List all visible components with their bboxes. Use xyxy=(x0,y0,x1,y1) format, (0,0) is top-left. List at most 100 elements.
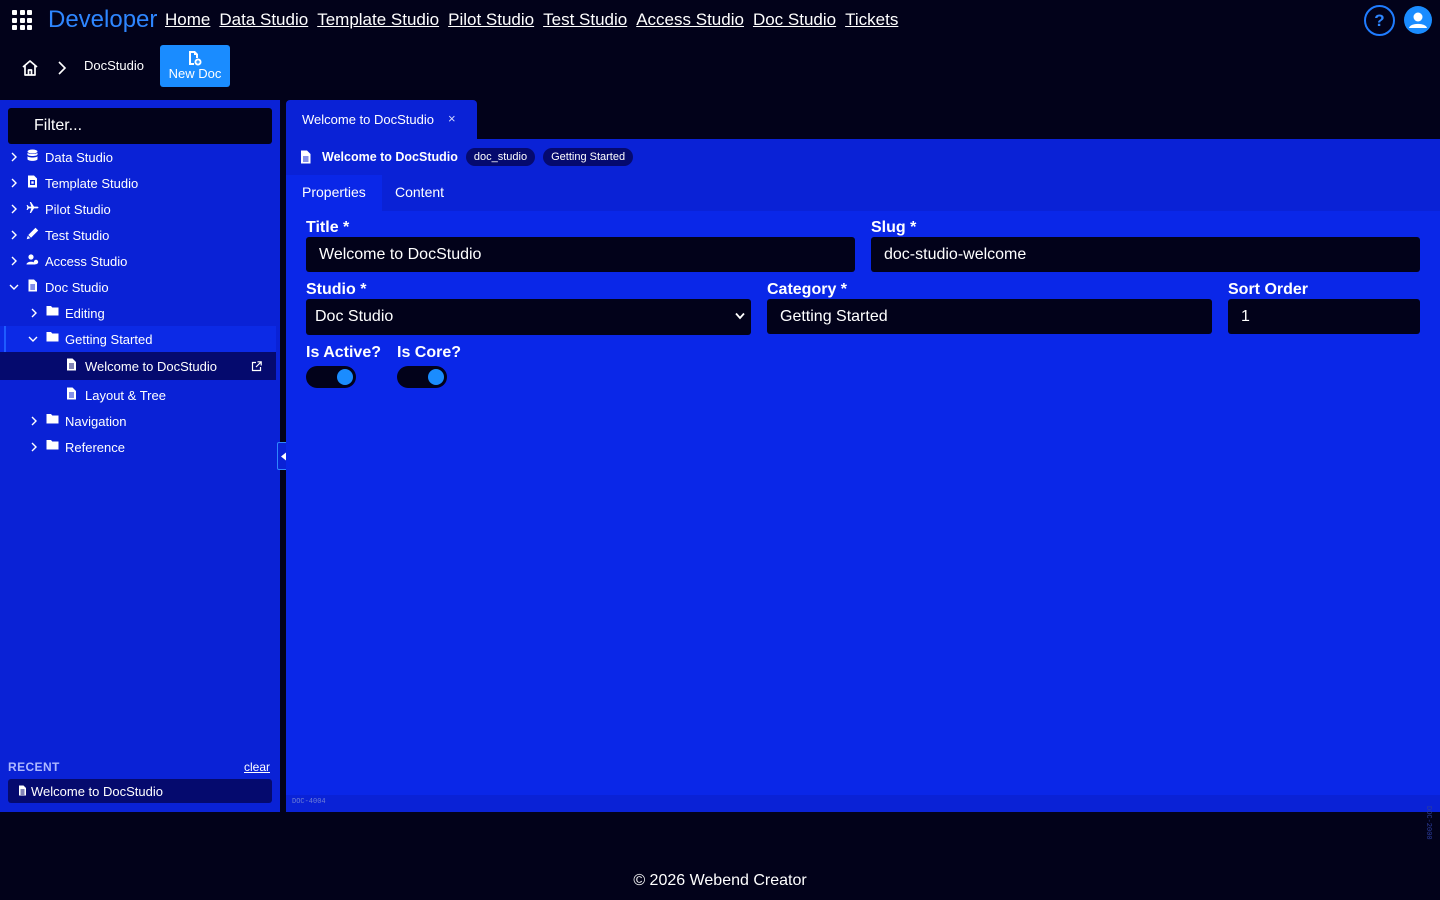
tree-item-label: Layout & Tree xyxy=(85,388,166,403)
tree-item-label: Pilot Studio xyxy=(45,202,111,217)
folder-icon xyxy=(46,306,59,316)
document-icon xyxy=(67,387,76,400)
doc-title: Welcome to DocStudio xyxy=(322,150,458,164)
chevron-right-icon[interactable] xyxy=(10,178,18,188)
tree-item-test-studio[interactable]: Test Studio xyxy=(0,222,276,248)
tree-item-label: Template Studio xyxy=(45,176,139,191)
tree-item-doc-studio[interactable]: Doc Studio xyxy=(0,274,276,300)
tree-item-welcome-to-docstudio[interactable]: Welcome to DocStudio xyxy=(0,352,276,380)
external-link-icon[interactable] xyxy=(251,361,262,372)
footer-copyright: © 2026 Webend Creator xyxy=(633,872,807,889)
is-core-label: Is Core? xyxy=(397,344,462,361)
tree-item-pilot-studio[interactable]: Pilot Studio xyxy=(0,196,276,222)
folder-icon xyxy=(46,414,59,424)
help-button[interactable]: ? xyxy=(1364,5,1395,36)
nav-link-doc-studio[interactable]: Doc Studio xyxy=(753,10,836,30)
database-icon xyxy=(27,149,38,161)
recent-clear-link[interactable]: clear xyxy=(244,760,270,774)
pen-icon xyxy=(26,227,39,240)
nav-link-test-studio[interactable]: Test Studio xyxy=(543,10,627,30)
sort-order-label: Sort Order xyxy=(1228,281,1309,298)
studio-badge: doc_studio xyxy=(465,148,536,166)
tree-item-access-studio[interactable]: Access Studio xyxy=(0,248,276,274)
sidebar: Filter... Data Studio Template Studio Pi… xyxy=(0,100,280,812)
document-icon xyxy=(19,785,26,796)
chevron-right-icon[interactable] xyxy=(30,416,38,426)
tab-properties[interactable]: Properties xyxy=(286,175,382,211)
chevron-down-icon[interactable] xyxy=(28,335,38,343)
tree-item-label: Access Studio xyxy=(45,254,128,269)
tree-item-reference[interactable]: Reference xyxy=(0,434,276,460)
tree-item-label: Test Studio xyxy=(45,228,110,243)
chevron-right-icon[interactable] xyxy=(30,308,38,318)
folder-icon xyxy=(46,440,59,450)
properties-form: Title * Welcome to DocStudio Slug * doc-… xyxy=(286,211,1440,795)
tab-welcome-to-docstudio[interactable]: Welcome to DocStudio × xyxy=(286,100,477,140)
user-avatar-icon[interactable] xyxy=(1404,6,1432,34)
studio-label: Studio * xyxy=(306,281,367,298)
tree-item-label: Data Studio xyxy=(45,150,113,165)
subtabs: Properties Content xyxy=(286,175,1440,211)
nav-link-template-studio[interactable]: Template Studio xyxy=(317,10,439,30)
tree-item-getting-started[interactable]: Getting Started xyxy=(0,326,276,352)
nav-link-tickets[interactable]: Tickets xyxy=(845,10,898,30)
template-icon xyxy=(28,175,37,188)
new-doc-label: New Doc xyxy=(168,66,222,81)
chevron-right-icon xyxy=(58,61,67,75)
chevron-right-icon[interactable] xyxy=(10,256,18,266)
new-doc-button[interactable]: New Doc xyxy=(160,45,230,87)
title-input[interactable]: Welcome to DocStudio xyxy=(306,237,855,272)
editor-panel: Welcome to DocStudio doc_studio Getting … xyxy=(286,139,1440,812)
chevron-right-icon[interactable] xyxy=(30,442,38,452)
sort-order-input[interactable]: 1 xyxy=(1228,299,1420,334)
tab-content[interactable]: Content xyxy=(379,175,460,211)
is-active-label: Is Active? xyxy=(306,344,381,361)
users-icon xyxy=(26,254,39,265)
category-input[interactable]: Getting Started xyxy=(767,299,1212,334)
chevron-right-icon[interactable] xyxy=(10,204,18,214)
chevron-down-icon[interactable] xyxy=(9,283,19,291)
tree-item-label: Welcome to DocStudio xyxy=(85,359,217,374)
title-label: Title * xyxy=(306,219,350,236)
studio-select[interactable]: Doc Studio xyxy=(306,299,751,335)
status-strip: DOC-4004 xyxy=(286,795,1440,812)
is-core-toggle[interactable] xyxy=(397,366,447,388)
tab-close-icon[interactable]: × xyxy=(448,111,456,126)
breadcrumb-current[interactable]: DocStudio xyxy=(84,58,144,73)
nav-link-data-studio[interactable]: Data Studio xyxy=(219,10,308,30)
page-code-tag: DOC-2000 xyxy=(1424,806,1432,840)
nav-link-home[interactable]: Home xyxy=(165,10,210,30)
recent-item-label: Welcome to DocStudio xyxy=(31,784,163,799)
recent-item[interactable]: Welcome to DocStudio xyxy=(8,779,272,803)
folder-open-icon xyxy=(46,332,59,342)
tree-item-label: Navigation xyxy=(65,414,127,429)
new-document-icon xyxy=(189,51,202,66)
selection-indicator xyxy=(4,326,6,352)
brand-title[interactable]: Developer xyxy=(48,6,157,34)
chevron-right-icon[interactable] xyxy=(10,152,18,162)
tree-item-template-studio[interactable]: Template Studio xyxy=(0,170,276,196)
tree-item-editing[interactable]: Editing xyxy=(0,300,276,326)
studio-select-value: Doc Studio xyxy=(315,308,394,325)
plane-icon xyxy=(26,202,39,213)
slug-input[interactable]: doc-studio-welcome xyxy=(871,237,1420,272)
filter-input[interactable]: Filter... xyxy=(8,108,272,144)
toggle-knob xyxy=(428,369,444,385)
is-active-toggle[interactable] xyxy=(306,366,356,388)
home-icon[interactable] xyxy=(20,58,40,78)
doc-header: Welcome to DocStudio doc_studio Getting … xyxy=(300,147,641,167)
tab-label: Welcome to DocStudio xyxy=(302,112,434,127)
apps-grid-icon[interactable] xyxy=(12,10,32,30)
recent-title: RECENT xyxy=(8,760,60,774)
tree-item-label: Getting Started xyxy=(65,332,153,347)
toggle-knob xyxy=(337,369,353,385)
tree-item-navigation[interactable]: Navigation xyxy=(0,408,276,434)
nav-link-access-studio[interactable]: Access Studio xyxy=(636,10,744,30)
category-badge: Getting Started xyxy=(543,148,634,166)
slug-label: Slug * xyxy=(871,219,917,236)
chevron-right-icon[interactable] xyxy=(10,230,18,240)
tree-item-layout-and-tree[interactable]: Layout & Tree xyxy=(0,381,276,407)
tree-item-data-studio[interactable]: Data Studio xyxy=(0,144,276,170)
tree-item-label: Reference xyxy=(65,440,125,455)
nav-link-pilot-studio[interactable]: Pilot Studio xyxy=(448,10,534,30)
